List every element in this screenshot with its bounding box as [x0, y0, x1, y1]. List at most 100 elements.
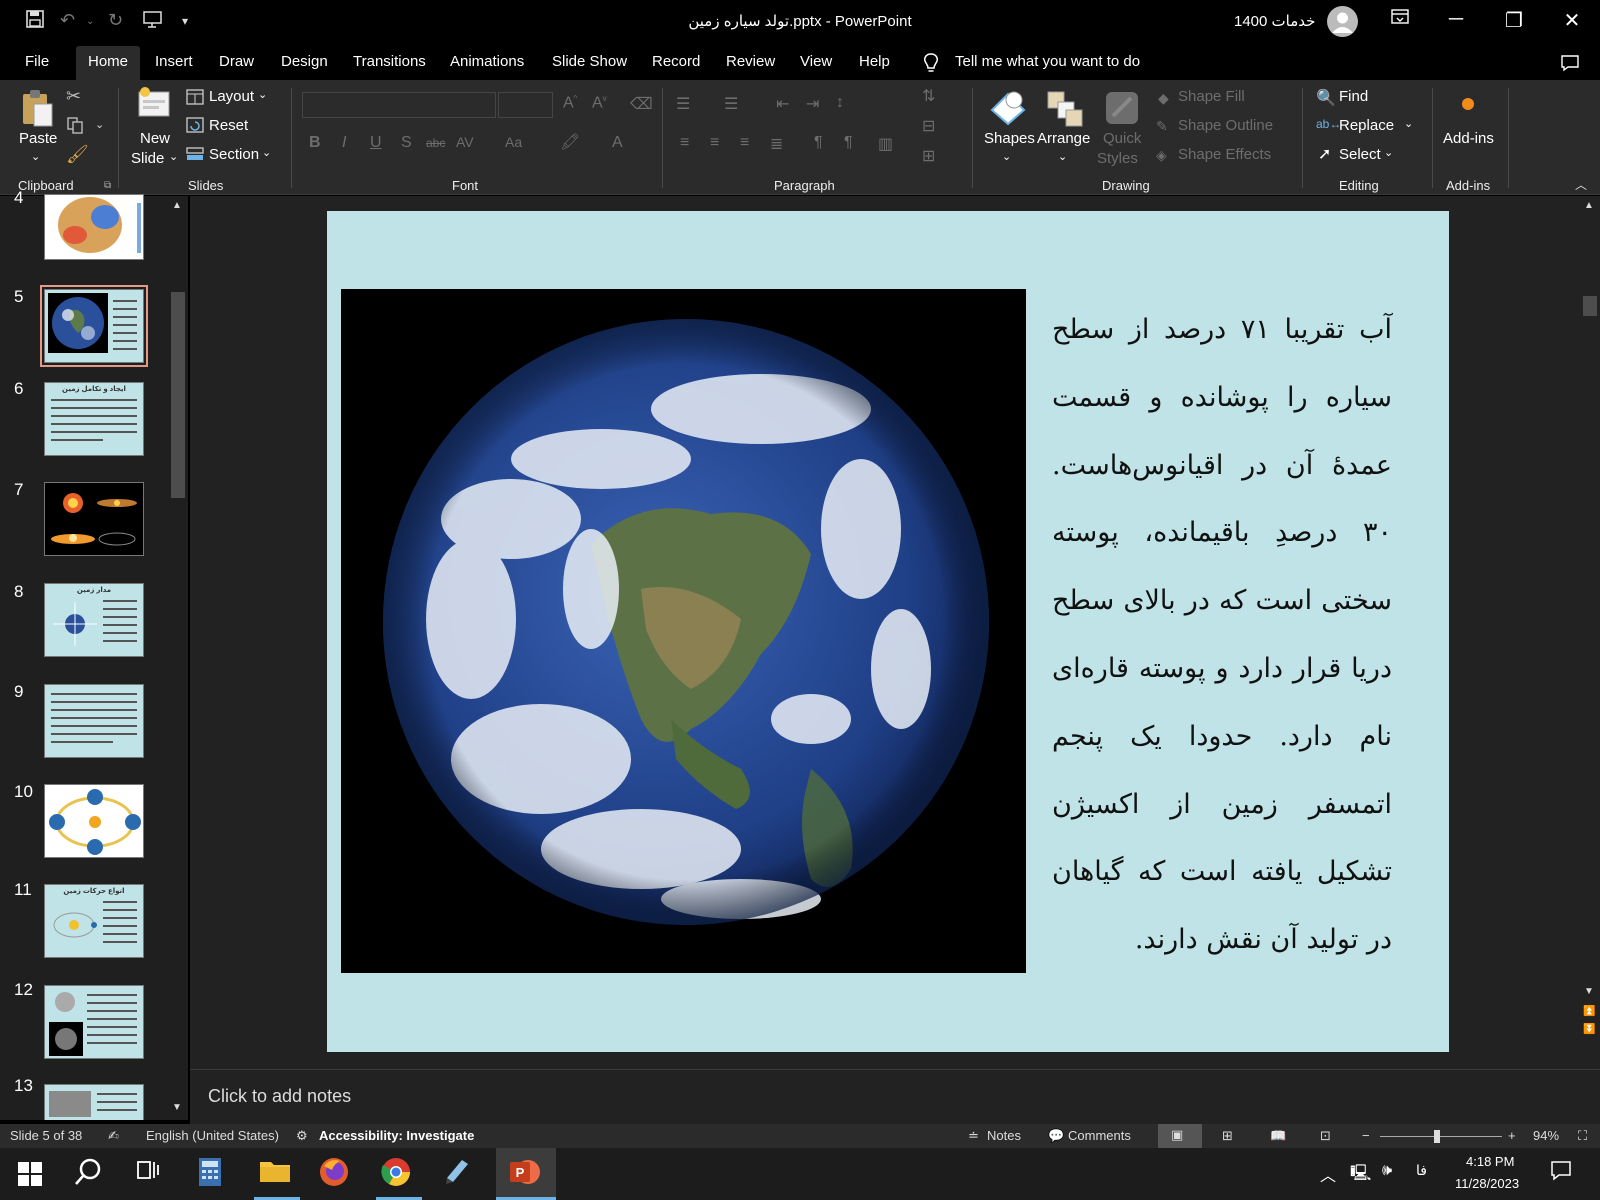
notes-icon[interactable]: ≐: [968, 1128, 979, 1144]
new-slide-icon[interactable]: [137, 86, 173, 127]
tab-design[interactable]: Design: [281, 53, 328, 70]
firefox-icon[interactable]: [318, 1156, 354, 1192]
zoom-slider-track[interactable]: [1380, 1136, 1502, 1137]
comments-small-icon[interactable]: 💬: [1048, 1128, 1064, 1144]
clock-date[interactable]: 11/28/2023: [1455, 1176, 1519, 1191]
arrange-button[interactable]: Arrange: [1037, 130, 1090, 147]
smartart-icon[interactable]: ⊞: [922, 146, 935, 166]
replace-icon[interactable]: ab↔: [1316, 117, 1341, 131]
scroll-up-icon[interactable]: ▲: [1584, 200, 1594, 211]
addins-button[interactable]: Add-ins: [1443, 130, 1494, 147]
minimize-icon[interactable]: ─: [1436, 8, 1476, 31]
layout-dropdown-icon[interactable]: ⌄: [258, 88, 267, 101]
clock-time[interactable]: 4:18 PM: [1466, 1154, 1514, 1169]
clear-formatting-icon[interactable]: ⌫: [630, 94, 653, 114]
notifications-icon[interactable]: [1550, 1160, 1572, 1187]
tab-help[interactable]: Help: [859, 53, 890, 70]
shapes-icon[interactable]: [988, 88, 1028, 133]
quick-styles-icon[interactable]: [1103, 88, 1141, 133]
clipboard-launcher-icon[interactable]: ⧉: [104, 180, 111, 191]
decrease-indent-icon[interactable]: ⇤: [776, 94, 789, 114]
strikethrough-icon[interactable]: abc: [426, 136, 445, 150]
align-text-icon[interactable]: ⊟: [922, 116, 935, 136]
slide-thumbnail-5[interactable]: [40, 285, 148, 367]
layout-button[interactable]: Layout: [209, 88, 254, 105]
chrome-icon[interactable]: [380, 1156, 416, 1192]
scroll-up-icon[interactable]: ▲: [172, 200, 182, 211]
show-hidden-icons-icon[interactable]: ︿: [1320, 1162, 1336, 1186]
scroll-down-icon[interactable]: ▼: [1584, 986, 1594, 997]
new-slide-dropdown-icon[interactable]: ⌄: [169, 150, 178, 163]
slide-thumbnail-12[interactable]: [44, 985, 144, 1059]
shape-fill-button[interactable]: Shape Fill: [1178, 88, 1245, 105]
tab-insert[interactable]: Insert: [155, 53, 193, 70]
rtl-icon[interactable]: ¶: [814, 134, 823, 152]
tell-me-search[interactable]: Tell me what you want to do: [955, 53, 1140, 70]
slide-thumbnail-9[interactable]: [44, 684, 144, 758]
italic-icon[interactable]: I: [342, 134, 346, 152]
restore-icon[interactable]: ❐: [1494, 8, 1534, 33]
find-button[interactable]: Find: [1339, 88, 1368, 105]
slide-thumbnail-10[interactable]: [44, 784, 144, 858]
tab-view[interactable]: View: [800, 53, 832, 70]
select-button[interactable]: Select: [1339, 146, 1381, 163]
language-indicator[interactable]: English (United States): [146, 1128, 279, 1143]
shadow-icon[interactable]: S: [401, 134, 412, 152]
highlight-icon[interactable]: 🖍: [560, 132, 580, 152]
bold-icon[interactable]: B: [309, 134, 321, 152]
powerpoint-icon[interactable]: P: [508, 1156, 544, 1192]
new-slide-label-2[interactable]: Slide: [131, 150, 164, 167]
ltr-icon[interactable]: ¶: [844, 134, 853, 152]
justify-icon[interactable]: ≣: [770, 134, 783, 154]
cut-icon[interactable]: ✂: [66, 86, 81, 107]
arrange-icon[interactable]: [1044, 88, 1084, 133]
addins-icon[interactable]: [1462, 98, 1474, 110]
notes-pane[interactable]: Click to add notes: [190, 1069, 1600, 1124]
paste-icon[interactable]: [20, 88, 54, 133]
font-name-combo[interactable]: [302, 92, 496, 118]
slide-body-text[interactable]: آب تقریبا ۷۱ درصد از سطح سیاره را پوشاند…: [1052, 296, 1392, 974]
network-icon[interactable]: 🖳: [1350, 1162, 1371, 1189]
panel-scrollbar[interactable]: ▲ ▼: [168, 196, 188, 1120]
file-explorer-icon[interactable]: [258, 1156, 294, 1192]
tab-file[interactable]: File: [25, 53, 49, 70]
increase-indent-icon[interactable]: ⇥: [806, 94, 819, 114]
zoom-in-icon[interactable]: +: [1508, 1128, 1516, 1143]
app-icon[interactable]: [442, 1156, 478, 1192]
increase-font-icon[interactable]: A^: [563, 94, 577, 112]
copy-icon[interactable]: [66, 116, 84, 139]
change-case-icon[interactable]: Aa: [505, 134, 522, 150]
arrange-dropdown-icon[interactable]: ⌄: [1058, 150, 1067, 163]
section-dropdown-icon[interactable]: ⌄: [262, 146, 271, 159]
tab-record[interactable]: Record: [652, 53, 700, 70]
character-spacing-icon[interactable]: AV: [456, 134, 474, 150]
zoom-out-icon[interactable]: −: [1362, 1128, 1370, 1143]
slide-sorter-icon[interactable]: ⊞: [1222, 1128, 1233, 1144]
comments-button[interactable]: Comments: [1068, 1128, 1131, 1143]
calculator-icon[interactable]: [196, 1156, 232, 1192]
comments-icon[interactable]: [1560, 54, 1580, 77]
notes-button[interactable]: Notes: [987, 1128, 1021, 1143]
collapse-ribbon-icon[interactable]: ︿: [1575, 176, 1587, 193]
search-icon[interactable]: [72, 1156, 108, 1192]
normal-view-button[interactable]: ▣: [1158, 1124, 1202, 1148]
underline-icon[interactable]: U: [370, 134, 382, 152]
shapes-dropdown-icon[interactable]: ⌄: [1002, 150, 1011, 163]
scrollbar-thumb[interactable]: [1583, 296, 1597, 316]
slide-thumbnail-11[interactable]: انواع حرکات زمین: [44, 884, 144, 958]
format-painter-icon[interactable]: 🖌: [66, 144, 89, 165]
slide-thumbnail-6[interactable]: ایجاد و تکامل زمین: [44, 382, 144, 456]
accessibility-icon[interactable]: ⚙: [296, 1128, 308, 1144]
shape-fill-icon[interactable]: ◆: [1158, 90, 1169, 107]
slide-scrollbar[interactable]: ▲ ▼ ⏫ ⏬: [1580, 196, 1600, 1069]
tab-review[interactable]: Review: [726, 53, 775, 70]
input-language[interactable]: فا: [1416, 1162, 1427, 1179]
tab-transitions[interactable]: Transitions: [353, 53, 426, 70]
tab-animations[interactable]: Animations: [450, 53, 524, 70]
shape-effects-icon[interactable]: ◈: [1156, 147, 1167, 164]
shape-outline-icon[interactable]: ✎: [1156, 118, 1168, 135]
slide-thumbnail-13[interactable]: [44, 1084, 144, 1120]
new-slide-label-1[interactable]: New: [140, 130, 170, 147]
shape-effects-button[interactable]: Shape Effects: [1178, 146, 1271, 163]
volume-icon[interactable]: 🕪: [1382, 1162, 1392, 1180]
